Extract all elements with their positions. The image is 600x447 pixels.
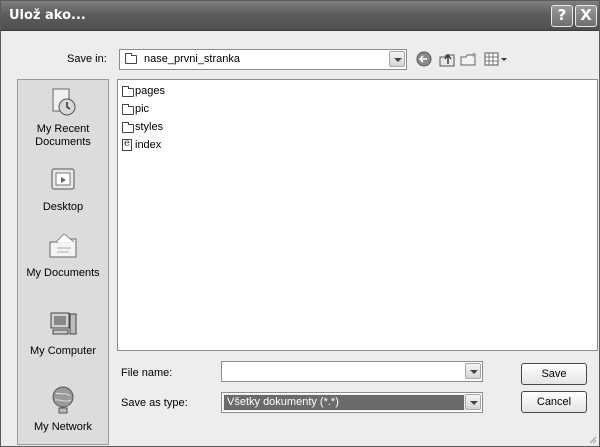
window-title: Ulož ako...: [9, 8, 86, 23]
file-name: pages: [135, 85, 165, 97]
desktop-icon: [51, 168, 75, 190]
place-my-documents[interactable]: My Documents: [18, 230, 108, 280]
folder-icon: [122, 86, 134, 97]
place-label: Desktop: [42, 201, 84, 213]
up-folder-icon[interactable]: [437, 50, 457, 68]
my-computer-icon: [50, 312, 77, 335]
view-menu-icon[interactable]: [483, 50, 509, 68]
title-bar[interactable]: Ulož ako... ? X: [1, 1, 599, 31]
place-label: My Documents: [26, 267, 100, 279]
folder-icon: [125, 53, 137, 64]
place-label: My Computer: [29, 345, 97, 357]
place-my-network[interactable]: My Network: [18, 384, 108, 434]
document-icon: [122, 138, 132, 151]
place-desktop[interactable]: Desktop: [18, 164, 108, 214]
close-button[interactable]: X: [575, 5, 597, 27]
place-my-recent-documents[interactable]: My Recent Documents: [18, 86, 108, 149]
file-name: styles: [135, 121, 164, 133]
save-as-type-dropdown[interactable]: Všetky dokumenty (*.*): [221, 392, 483, 413]
resize-grip-icon[interactable]: [587, 434, 597, 444]
save-as-type-value: Všetky dokumenty (*.*): [223, 394, 465, 411]
new-folder-icon[interactable]: [459, 50, 479, 68]
save-in-dropdown[interactable]: nase_prvni_stranka: [119, 49, 407, 70]
place-label: My Recent Documents: [35, 123, 91, 148]
chevron-down-icon[interactable]: [465, 394, 481, 410]
save-in-label: Save in:: [67, 53, 107, 65]
back-icon[interactable]: [415, 50, 435, 68]
file-name-input[interactable]: [221, 361, 483, 382]
file-name: index: [135, 139, 162, 151]
recent-documents-icon: [52, 88, 76, 116]
folder-icon: [122, 104, 134, 115]
folder-icon: [122, 122, 134, 133]
save-in-value: nase_prvni_stranka: [144, 53, 241, 65]
place-my-computer[interactable]: My Computer: [18, 308, 108, 358]
file-name-label: File name:: [121, 367, 173, 379]
help-button[interactable]: ?: [551, 5, 573, 27]
save-button[interactable]: Save: [521, 363, 587, 385]
file-list[interactable]: pages pic styles index: [117, 79, 598, 351]
place-label: My Network: [33, 421, 93, 433]
my-documents-icon: [49, 233, 77, 258]
my-network-icon: [52, 386, 74, 414]
chevron-down-icon[interactable]: [465, 363, 481, 379]
places-bar: My Recent Documents Desktop My Documents: [17, 79, 109, 445]
cancel-button[interactable]: Cancel: [521, 391, 587, 413]
file-name: pic: [135, 103, 150, 115]
save-as-type-label: Save as type:: [121, 397, 188, 409]
chevron-down-icon[interactable]: [389, 51, 405, 67]
save-as-dialog: Ulož ako... ? X Save in: nase_prvni_stra…: [0, 0, 600, 447]
